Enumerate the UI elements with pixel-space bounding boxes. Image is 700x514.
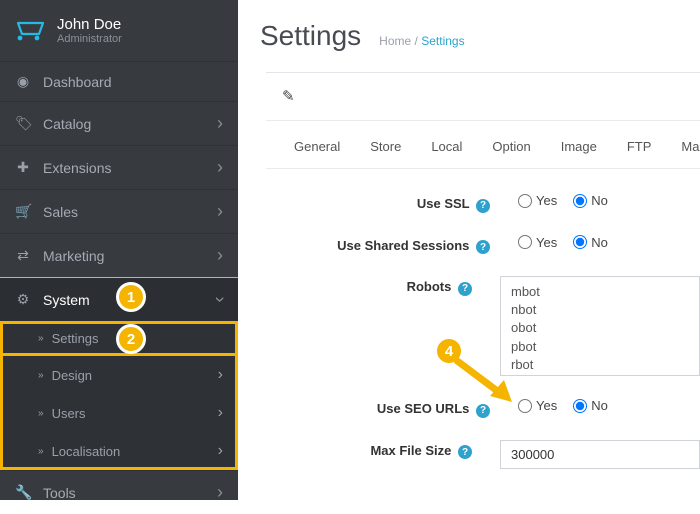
chevron-right-icon: › xyxy=(217,245,223,266)
label-robots: Robots xyxy=(407,279,452,294)
radio-ssl-no[interactable]: No xyxy=(573,193,608,208)
nav-dashboard[interactable]: ◉ Dashboard xyxy=(0,62,238,101)
label-shared-sessions: Use Shared Sessions xyxy=(337,238,469,253)
radio-seo-no[interactable]: No xyxy=(573,398,608,413)
gear-icon: ⚙ xyxy=(15,291,31,308)
panel-header: ✎ xyxy=(266,73,700,121)
label-use-ssl: Use SSL xyxy=(417,196,470,211)
tab-option[interactable]: Option xyxy=(492,139,530,154)
tab-local[interactable]: Local xyxy=(431,139,462,154)
subnav-label: Settings xyxy=(52,331,99,346)
help-icon[interactable]: ? xyxy=(476,240,490,254)
nav-label: Dashboard xyxy=(43,74,112,90)
nav-label: System xyxy=(43,292,90,308)
chevron-right-icon: › xyxy=(217,157,223,178)
subnav-localisation[interactable]: »Localisation› xyxy=(0,432,238,470)
textarea-robots[interactable]: mbot nbot obot pbot rbot sbot xyxy=(500,276,700,376)
input-max-file[interactable] xyxy=(500,440,700,469)
radio-shared-yes[interactable]: Yes xyxy=(518,235,557,250)
page-title: Settings xyxy=(260,20,361,52)
annotation-badge-1: 1 xyxy=(116,282,146,312)
annotation-badge-2: 2 xyxy=(116,324,146,354)
user-box: John Doe Administrator xyxy=(0,10,238,61)
chevron-right-icon: › xyxy=(217,201,223,222)
nav-label: Tools xyxy=(43,485,76,501)
tab-store[interactable]: Store xyxy=(370,139,401,154)
nav-marketing[interactable]: ⇄ Marketing › xyxy=(0,234,238,277)
nav-sales[interactable]: 🛒 Sales › xyxy=(0,190,238,233)
double-chevron-icon: » xyxy=(38,408,44,419)
dashboard-icon: ◉ xyxy=(15,73,31,90)
annotation-arrow xyxy=(450,352,520,408)
nav-catalog[interactable]: 🏷 Catalog › xyxy=(0,102,238,145)
help-icon[interactable]: ? xyxy=(458,445,472,459)
puzzle-icon: ✚ xyxy=(15,159,31,176)
breadcrumb-home[interactable]: Home xyxy=(379,34,411,48)
user-role: Administrator xyxy=(57,33,122,45)
nav-extensions[interactable]: ✚ Extensions › xyxy=(0,146,238,189)
tab-mail[interactable]: Ma xyxy=(681,139,699,154)
subnav-design[interactable]: »Design› xyxy=(0,356,238,394)
breadcrumb-current[interactable]: Settings xyxy=(421,34,464,48)
chevron-right-icon: › xyxy=(217,113,223,134)
tag-icon: 🏷 xyxy=(15,115,31,132)
tab-image[interactable]: Image xyxy=(561,139,597,154)
nav-label: Marketing xyxy=(43,248,104,264)
subnav-label: Users xyxy=(52,406,86,421)
radio-ssl-yes[interactable]: Yes xyxy=(518,193,557,208)
nav-label: Extensions xyxy=(43,160,111,176)
cart-icon: 🛒 xyxy=(15,203,31,220)
share-icon: ⇄ xyxy=(15,247,31,264)
sidebar: John Doe Administrator ◉ Dashboard 🏷 Catal… xyxy=(0,0,238,500)
help-icon[interactable]: ? xyxy=(476,199,490,213)
nav-label: Catalog xyxy=(43,116,91,132)
pencil-icon: ✎ xyxy=(282,88,295,105)
radio-seo-yes[interactable]: Yes xyxy=(518,398,557,413)
label-max-file: Max File Size xyxy=(370,443,451,458)
help-icon[interactable]: ? xyxy=(458,282,472,296)
user-name: John Doe xyxy=(57,16,122,33)
double-chevron-icon: » xyxy=(38,370,44,381)
wrench-icon: 🔧 xyxy=(15,484,31,501)
double-chevron-icon: » xyxy=(38,446,44,457)
nav-tools[interactable]: 🔧Tools› xyxy=(0,471,238,514)
subnav-label: Localisation xyxy=(52,444,121,459)
tab-bar: General Store Local Option Image FTP Ma xyxy=(266,121,700,169)
subnav-users[interactable]: »Users› xyxy=(0,394,238,432)
radio-shared-no[interactable]: No xyxy=(573,235,608,250)
chevron-down-icon: › xyxy=(210,297,231,303)
tab-general[interactable]: General xyxy=(294,139,340,154)
breadcrumb: Home / Settings xyxy=(379,34,464,48)
tab-ftp[interactable]: FTP xyxy=(627,139,652,154)
nav-label: Sales xyxy=(43,204,78,220)
brand-logo xyxy=(15,20,45,42)
double-chevron-icon: » xyxy=(38,333,44,344)
subnav-label: Design xyxy=(52,368,92,383)
main-content: Settings Home / Settings ✎ General Store… xyxy=(238,0,700,500)
